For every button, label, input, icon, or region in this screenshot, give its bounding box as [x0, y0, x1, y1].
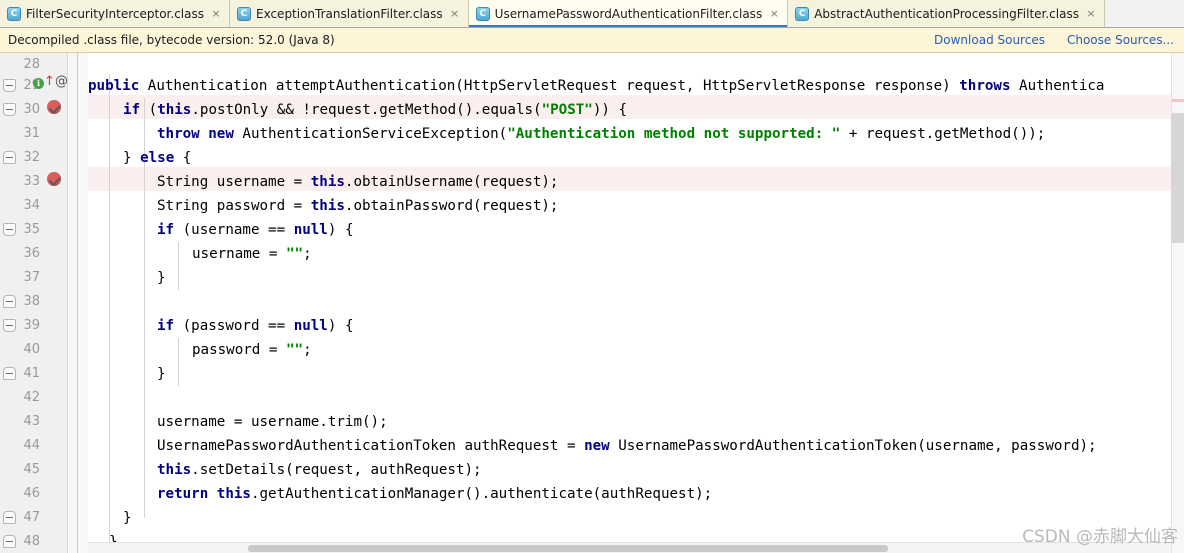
horizontal-scrollbar-thumb[interactable]: [248, 545, 888, 552]
code-line[interactable]: this.setDetails(request, authRequest);: [88, 458, 1184, 482]
editor-tab-3[interactable]: C AbstractAuthenticationProcessingFilter…: [788, 0, 1105, 27]
fold-marker-collapse[interactable]: [3, 295, 16, 308]
line-number: 42: [23, 390, 40, 405]
decompiled-class-notification-bar: Decompiled .class file, bytecode version…: [0, 28, 1184, 53]
close-icon[interactable]: ×: [211, 8, 221, 19]
fold-marker-collapse[interactable]: [3, 151, 16, 164]
line-number: 44: [23, 438, 40, 453]
close-icon[interactable]: ×: [1086, 8, 1096, 19]
editor-tab-label: AbstractAuthenticationProcessingFilter.c…: [814, 6, 1079, 21]
close-icon[interactable]: ×: [450, 8, 460, 19]
code-line-text: String password = this.obtainPassword(re…: [157, 198, 559, 214]
fold-marker-collapse[interactable]: [3, 103, 16, 116]
code-line[interactable]: UsernamePasswordAuthenticationToken auth…: [88, 434, 1184, 458]
line-number: 33: [23, 174, 40, 189]
code-line[interactable]: username = username.trim();: [88, 410, 1184, 434]
code-line-text: username = username.trim();: [157, 414, 388, 430]
code-line[interactable]: password = "";: [88, 338, 1184, 362]
code-line-text: UsernamePasswordAuthenticationToken auth…: [157, 438, 1097, 454]
editor-tab-label: FilterSecurityInterceptor.class: [26, 6, 204, 21]
class-file-icon: C: [475, 6, 490, 21]
fold-marker-collapse[interactable]: [3, 79, 16, 92]
code-line[interactable]: public Authentication attemptAuthenticat…: [88, 74, 1184, 98]
choose-sources-link[interactable]: Choose Sources...: [1067, 33, 1174, 47]
code-line[interactable]: [88, 290, 1184, 314]
breakpoint-verified-icon[interactable]: [47, 100, 61, 114]
editor-tab-2-active[interactable]: C UsernamePasswordAuthenticationFilter.c…: [468, 0, 789, 27]
class-file-icon: C: [236, 6, 251, 21]
fold-marker-collapse[interactable]: [3, 511, 16, 524]
code-line-text: this.setDetails(request, authRequest);: [157, 462, 482, 478]
line-number: 31: [23, 126, 40, 141]
line-number: 45: [23, 462, 40, 477]
annotation-at-icon[interactable]: @: [55, 75, 68, 89]
code-line[interactable]: }: [88, 362, 1184, 386]
editor-tab-bar: C FilterSecurityInterceptor.class × C Ex…: [0, 0, 1184, 28]
override-arrow-icon[interactable]: ↑: [44, 75, 55, 89]
code-line[interactable]: }: [88, 506, 1184, 530]
code-editor[interactable]: 28 29 30 31 32 33 34 35 36 37 38 39 40 4…: [0, 53, 1184, 553]
code-line-text: throw new AuthenticationServiceException…: [157, 126, 1046, 142]
code-line-text: } else {: [123, 150, 192, 166]
code-line-text: }: [123, 510, 132, 526]
code-line-text: username = "";: [192, 246, 312, 262]
line-number: 34: [23, 198, 40, 213]
code-line[interactable]: throw new AuthenticationServiceException…: [88, 122, 1184, 146]
code-line-text: if (this.postOnly && !request.getMethod(…: [123, 102, 627, 118]
class-file-icon: C: [795, 6, 810, 21]
editor-marker-scrollbar[interactable]: [1171, 53, 1184, 553]
code-line[interactable]: if (password == null) {: [88, 314, 1184, 338]
line-number: 46: [23, 486, 40, 501]
line-number: 36: [23, 246, 40, 261]
code-line-text: return this.getAuthenticationManager().a…: [157, 486, 713, 502]
code-line[interactable]: if (username == null) {: [88, 218, 1184, 242]
code-line-text: public Authentication attemptAuthenticat…: [88, 78, 1105, 94]
code-line[interactable]: if (this.postOnly && !request.getMethod(…: [88, 98, 1184, 122]
fold-marker-collapse[interactable]: [3, 535, 16, 548]
code-line[interactable]: } else {: [88, 146, 1184, 170]
code-line[interactable]: username = "";: [88, 242, 1184, 266]
code-line[interactable]: String password = this.obtainPassword(re…: [88, 194, 1184, 218]
tab-bar-empty-area: [1104, 0, 1184, 27]
editor-tab-label: ExceptionTranslationFilter.class: [255, 6, 443, 21]
code-line-text: if (username == null) {: [157, 222, 354, 238]
download-sources-link[interactable]: Download Sources: [934, 33, 1045, 47]
breakpoint-verified-icon[interactable]: [47, 172, 61, 186]
fold-marker-collapse[interactable]: [3, 223, 16, 236]
line-number: 40: [23, 342, 40, 357]
code-line-text: if (password == null) {: [157, 318, 354, 334]
fold-marker-collapse[interactable]: [3, 367, 16, 380]
decompiled-notification-message: Decompiled .class file, bytecode version…: [8, 33, 335, 47]
code-line[interactable]: return this.getAuthenticationManager().a…: [88, 482, 1184, 506]
error-stripe-marker[interactable]: [1172, 99, 1184, 102]
code-line-text: }: [157, 366, 166, 382]
class-file-icon: C: [7, 6, 21, 21]
code-line-text: password = "";: [192, 342, 312, 358]
code-line[interactable]: String username = this.obtainUsername(re…: [88, 170, 1184, 194]
line-number: 43: [23, 414, 40, 429]
code-line[interactable]: }: [88, 266, 1184, 290]
vertical-scrollbar-thumb[interactable]: [1171, 113, 1184, 243]
info-icon[interactable]: i: [33, 78, 44, 89]
fold-marker-collapse[interactable]: [3, 319, 16, 332]
close-icon[interactable]: ×: [769, 8, 779, 19]
editor-tab-label: UsernamePasswordAuthenticationFilter.cla…: [494, 6, 763, 21]
horizontal-scrollbar[interactable]: [88, 542, 1171, 553]
code-line[interactable]: [88, 386, 1184, 410]
code-line-text: }: [157, 270, 166, 286]
line-number: 37: [23, 270, 40, 285]
code-line-text: String username = this.obtainUsername(re…: [157, 174, 559, 190]
editor-tab-0[interactable]: C FilterSecurityInterceptor.class ×: [0, 0, 230, 27]
code-text-area[interactable]: public Authentication attemptAuthenticat…: [88, 53, 1184, 553]
editor-tab-1[interactable]: C ExceptionTranslationFilter.class ×: [229, 0, 469, 27]
